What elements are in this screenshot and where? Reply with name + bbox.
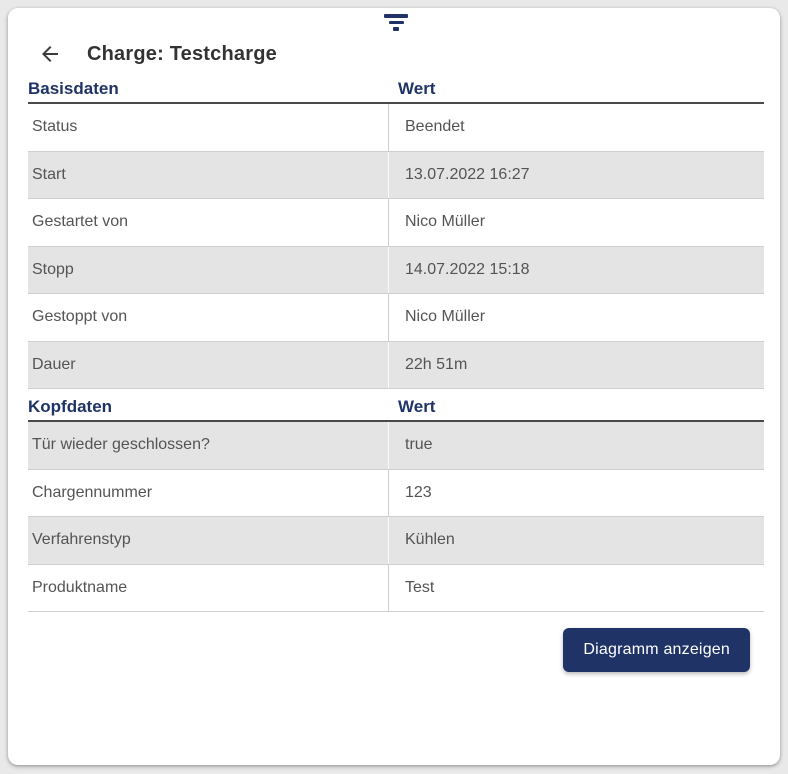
table-row: ProduktnameTest	[28, 565, 764, 613]
table-row: Gestartet vonNico Müller	[28, 199, 764, 247]
filter-list-icon[interactable]	[380, 13, 412, 34]
table-row: Stopp14.07.2022 15:18	[28, 247, 764, 295]
table-header-value: Wert	[389, 79, 764, 99]
table-body: Tür wieder geschlossen?trueChargennummer…	[28, 422, 764, 612]
row-label: Gestartet von	[28, 199, 389, 246]
page-header: Charge: Testcharge	[28, 37, 764, 71]
row-label: Dauer	[28, 342, 389, 389]
table-section: Basisdaten Wert StatusBeendetStart13.07.…	[28, 79, 764, 389]
row-label: Verfahrenstyp	[28, 517, 389, 564]
row-value: 22h 51m	[389, 342, 764, 389]
action-row: Diagramm anzeigen	[28, 628, 764, 672]
arrow-left-icon	[38, 42, 62, 66]
table-body: StatusBeendetStart13.07.2022 16:27Gestar…	[28, 104, 764, 389]
table-header: Basisdaten Wert	[28, 79, 764, 104]
row-value: Beendet	[389, 104, 764, 151]
row-label: Gestoppt von	[28, 294, 389, 341]
row-value: Test	[389, 565, 764, 612]
row-value: 123	[389, 470, 764, 517]
table-row: Chargennummer123	[28, 470, 764, 518]
row-label: Start	[28, 152, 389, 199]
row-label: Stopp	[28, 247, 389, 294]
table-row: StatusBeendet	[28, 104, 764, 152]
row-label: Produktname	[28, 565, 389, 612]
table-row: Gestoppt vonNico Müller	[28, 294, 764, 342]
table-row: Start13.07.2022 16:27	[28, 152, 764, 200]
table-row: VerfahrenstypKühlen	[28, 517, 764, 565]
detail-tables: Basisdaten Wert StatusBeendetStart13.07.…	[28, 79, 764, 612]
table-header-label: Kopfdaten	[28, 397, 389, 417]
top-toolbar	[28, 8, 764, 34]
table-header-label: Basisdaten	[28, 79, 389, 99]
row-value: 13.07.2022 16:27	[389, 152, 764, 199]
table-section: Kopfdaten Wert Tür wieder geschlossen?tr…	[28, 397, 764, 612]
table-row: Dauer22h 51m	[28, 342, 764, 390]
charge-detail-card: Charge: Testcharge Basisdaten Wert Statu…	[8, 8, 780, 765]
row-label: Status	[28, 104, 389, 151]
row-value: Nico Müller	[389, 199, 764, 246]
row-label: Chargennummer	[28, 470, 389, 517]
table-header-value: Wert	[389, 397, 764, 417]
table-header: Kopfdaten Wert	[28, 397, 764, 422]
row-value: Kühlen	[389, 517, 764, 564]
row-value: true	[389, 422, 764, 469]
row-label: Tür wieder geschlossen?	[28, 422, 389, 469]
show-diagram-button[interactable]: Diagramm anzeigen	[563, 628, 750, 672]
back-button[interactable]	[36, 40, 64, 68]
table-row: Tür wieder geschlossen?true	[28, 422, 764, 470]
row-value: 14.07.2022 15:18	[389, 247, 764, 294]
page-title: Charge: Testcharge	[87, 43, 277, 66]
row-value: Nico Müller	[389, 294, 764, 341]
